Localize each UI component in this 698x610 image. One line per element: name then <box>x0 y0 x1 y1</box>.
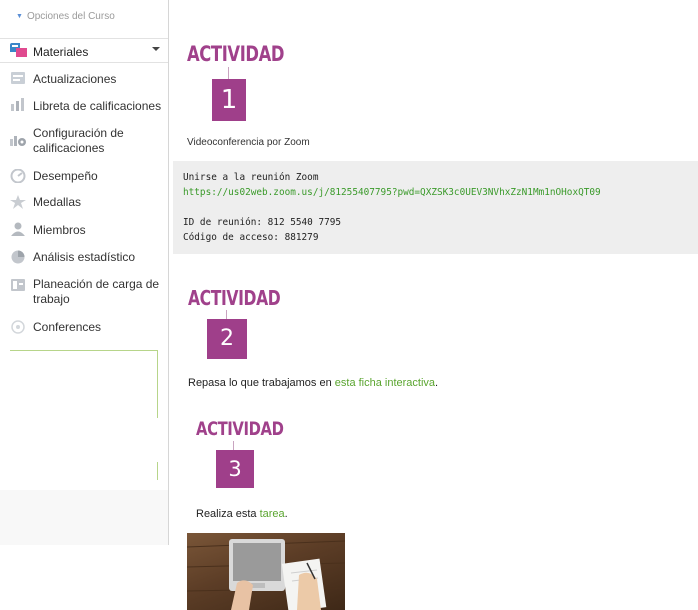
activity-3-number: 3 <box>216 450 254 488</box>
activity-1-caption: Videoconferencia por Zoom <box>187 137 310 148</box>
code-line-join: Unirse a la reunión Zoom <box>183 172 319 183</box>
sidebar-item-label: Materiales <box>33 45 89 59</box>
code-line-access-code: Código de acceso: 881279 <box>183 232 319 243</box>
sidebar-item-materials[interactable]: Materiales <box>0 38 168 63</box>
performance-icon <box>10 169 26 183</box>
interactive-worksheet-link[interactable]: esta ficha interactiva <box>335 377 435 389</box>
course-sidebar: ▼ Opciones del Curso Materiales Actualiza… <box>0 0 170 545</box>
chevron-down-icon[interactable] <box>152 47 160 51</box>
materials-icon <box>10 43 27 57</box>
sidebar-item-statistics[interactable]: Análisis estadístico <box>33 250 135 265</box>
sidebar-divider <box>168 0 169 545</box>
sidebar-item-updates[interactable]: Actualizaciones <box>33 72 116 87</box>
activity-3-text: Realiza esta tarea. <box>196 508 288 520</box>
updates-icon <box>11 72 25 84</box>
activity-1-title: ACTIVIDAD <box>187 42 285 66</box>
zoom-meeting-link[interactable]: https://us02web.zoom.us/j/81255407795?pw… <box>183 187 601 198</box>
members-icon <box>11 222 25 236</box>
activity-2-number: 2 <box>207 319 247 359</box>
activity-3-title: ACTIVIDAD <box>196 418 284 440</box>
zoom-code-block: Unirse a la reunión Zoom https://us02web… <box>173 161 698 254</box>
triangle-down-icon: ▼ <box>16 13 23 20</box>
badge-icon <box>10 195 26 209</box>
gradebook-icon <box>11 98 24 111</box>
statistics-icon <box>11 250 25 264</box>
sidebar-item-gradebook[interactable]: Libreta de calificaciones <box>33 99 161 114</box>
workload-icon <box>11 279 25 291</box>
sidebar-item-workload[interactable]: Planeación de carga de trabajo <box>33 277 165 307</box>
code-line-meeting-id: ID de reunión: 812 5540 7795 <box>183 217 342 228</box>
activity-1-number: 1 <box>212 79 246 121</box>
laptop-desk-illustration <box>187 539 345 610</box>
laptop-desk-photo <box>187 533 345 610</box>
conferences-icon <box>11 320 25 334</box>
grade-settings-icon <box>10 136 26 146</box>
sidebar-footer <box>0 490 168 545</box>
sidebar-item-members[interactable]: Miembros <box>33 223 86 238</box>
sidebar-item-conferences[interactable]: Conferences <box>33 320 101 335</box>
activity-2-title: ACTIVIDAD <box>188 286 281 310</box>
sidebar-course-options[interactable]: ▼ Opciones del Curso <box>16 11 115 22</box>
activity-2-text: Repasa lo que trabajamos en esta ficha i… <box>188 377 439 389</box>
sidebar-item-performance[interactable]: Desempeño <box>33 169 98 184</box>
homework-link[interactable]: tarea <box>260 508 285 520</box>
sidebar-item-grade-settings[interactable]: Configuración de calificaciones <box>33 126 163 156</box>
sidebar-item-badges[interactable]: Medallas <box>33 195 81 210</box>
